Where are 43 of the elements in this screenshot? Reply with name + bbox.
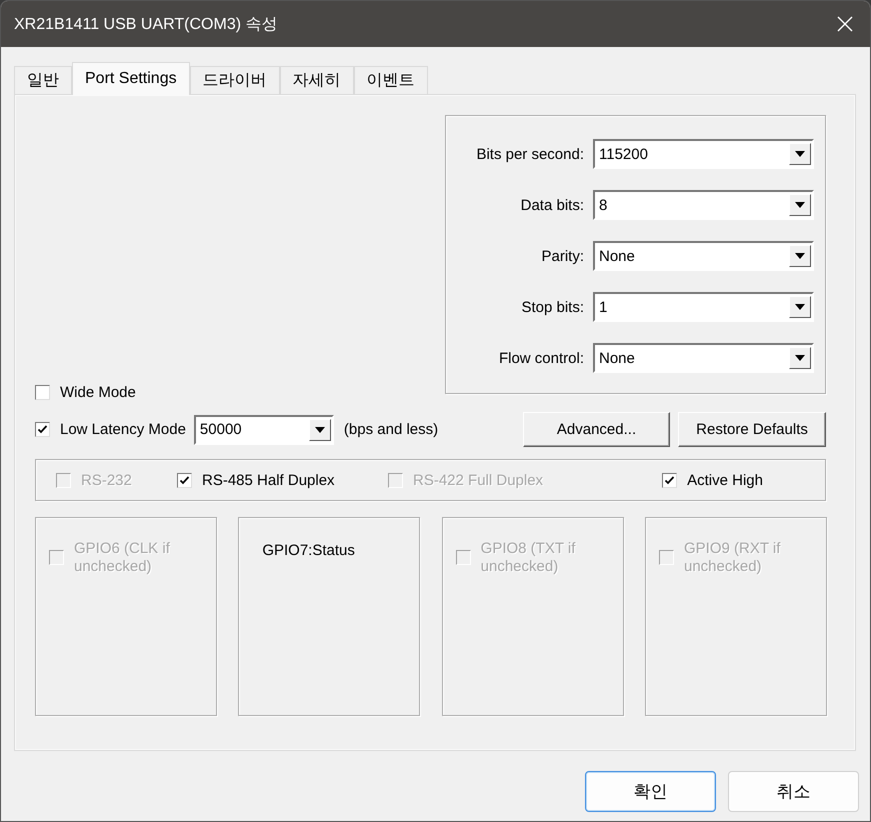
window-title: XR21B1411 USB UART(COM3) 속성 bbox=[14, 14, 278, 34]
dialog-button[interactable]: 확인 bbox=[585, 771, 716, 812]
checkbox-label: RS-485 Half Duplex bbox=[202, 472, 335, 488]
dropdown-arrow-icon bbox=[795, 151, 805, 157]
field-label: Parity: bbox=[541, 248, 584, 264]
checkbox-label: GPIO8 (TXT if unchecked) bbox=[480, 540, 576, 576]
field-label: Flow control: bbox=[498, 350, 584, 366]
close-icon bbox=[837, 16, 853, 32]
dialog-button[interactable]: 취소 bbox=[728, 771, 859, 812]
checkbox-label: RS-232 bbox=[81, 472, 132, 488]
tab[interactable]: 이벤트 bbox=[354, 66, 428, 94]
dropdown-arrow-icon bbox=[795, 253, 805, 259]
dropdown-arrow-icon bbox=[795, 304, 805, 310]
field-label: Data bits: bbox=[520, 196, 584, 214]
tab[interactable]: 드라이버 bbox=[190, 66, 280, 94]
unit-label: (bps and less) bbox=[344, 421, 438, 438]
checkbox[interactable] bbox=[35, 422, 50, 437]
checkbox-label: Wide Mode bbox=[60, 384, 136, 401]
dropdown[interactable]: 50000 bbox=[194, 414, 334, 444]
checkbox-label: RS-422 Full Duplex bbox=[413, 472, 544, 488]
dropdown[interactable]: None bbox=[593, 241, 814, 271]
dropdown[interactable]: 1 bbox=[593, 292, 814, 322]
field-label: Stop bits: bbox=[521, 298, 584, 316]
checkbox[interactable] bbox=[662, 472, 678, 488]
field-label: Bits per second: bbox=[476, 146, 584, 162]
checkbox[interactable] bbox=[177, 472, 192, 488]
checkbox-label: Active High bbox=[687, 472, 763, 488]
dropdown[interactable]: 115200 bbox=[593, 139, 814, 169]
dialog-button[interactable]: Restore Defaults bbox=[678, 412, 826, 447]
checkbox-label: GPIO6 (CLK if unchecked) bbox=[74, 540, 171, 576]
status-label: GPIO7:Status bbox=[261, 542, 356, 559]
tab[interactable]: 일반 bbox=[14, 66, 72, 94]
tab[interactable]: 자세히 bbox=[280, 66, 354, 94]
dropdown-arrow-icon bbox=[795, 202, 805, 208]
checkbox-label: Low Latency Mode bbox=[60, 421, 186, 438]
dropdown[interactable]: 8 bbox=[593, 190, 814, 220]
dropdown-arrow-icon bbox=[795, 355, 805, 361]
dropdown-arrow-icon bbox=[314, 426, 325, 432]
dialog-button[interactable]: Advanced... bbox=[523, 412, 670, 447]
dropdown[interactable]: None bbox=[593, 343, 814, 373]
checkbox[interactable] bbox=[35, 385, 50, 400]
checkbox-label: GPIO9 (RXT if unchecked) bbox=[684, 540, 782, 576]
tab[interactable]: Port Settings bbox=[72, 62, 190, 95]
